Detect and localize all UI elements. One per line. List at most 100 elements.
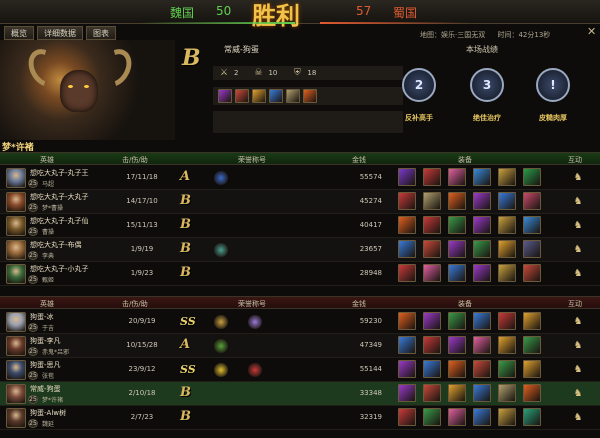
equipment-slot[interactable] xyxy=(423,264,441,282)
like-icon[interactable]: ♞ xyxy=(572,195,584,209)
equipment-slot[interactable] xyxy=(398,240,416,258)
tab-charts[interactable]: 图表 xyxy=(86,26,116,40)
equipment-slot[interactable] xyxy=(498,360,516,378)
player-item-slot[interactable] xyxy=(303,89,317,103)
equipment-slot[interactable] xyxy=(398,168,416,186)
honor-icon[interactable] xyxy=(248,363,262,377)
hero-avatar[interactable] xyxy=(6,168,26,188)
equipment-slot[interactable] xyxy=(448,216,466,234)
equipment-slot[interactable] xyxy=(448,384,466,402)
equipment-slot[interactable] xyxy=(448,408,466,426)
like-icon[interactable]: ♞ xyxy=(572,339,584,353)
close-icon[interactable]: ✕ xyxy=(587,25,596,38)
equipment-slot[interactable] xyxy=(398,192,416,210)
hero-avatar[interactable] xyxy=(6,216,26,236)
equipment-slot[interactable] xyxy=(498,408,516,426)
player-row[interactable]: 想吃大丸子-小丸子 25 甄姬 1/9/23 B 28948 ♞ xyxy=(0,262,600,286)
equipment-slot[interactable] xyxy=(448,336,466,354)
equipment-slot[interactable] xyxy=(423,408,441,426)
equipment-slot[interactable] xyxy=(498,336,516,354)
hero-avatar[interactable] xyxy=(6,240,26,260)
equipment-slot[interactable] xyxy=(398,336,416,354)
equipment-slot[interactable] xyxy=(398,216,416,234)
equipment-slot[interactable] xyxy=(423,192,441,210)
equipment-slot[interactable] xyxy=(398,408,416,426)
player-row[interactable]: 常威-狗蛋 25 梦*许褚 2/10/18 B 33348 ♞ xyxy=(0,382,600,406)
equipment-slot[interactable] xyxy=(523,240,541,258)
player-item-slot[interactable] xyxy=(235,89,249,103)
equipment-slot[interactable] xyxy=(448,312,466,330)
like-icon[interactable]: ♞ xyxy=(572,219,584,233)
player-item-slot[interactable] xyxy=(286,89,300,103)
equipment-slot[interactable] xyxy=(473,168,491,186)
hero-avatar[interactable] xyxy=(6,264,26,284)
equipment-slot[interactable] xyxy=(523,408,541,426)
equipment-slot[interactable] xyxy=(448,192,466,210)
equipment-slot[interactable] xyxy=(498,168,516,186)
player-row[interactable]: 想吃大丸子-丸子仙 25 曹操 15/11/13 B 40417 ♞ xyxy=(0,214,600,238)
tab-overview[interactable]: 概览 xyxy=(4,26,34,40)
player-item-slot[interactable] xyxy=(252,89,266,103)
honor-icon[interactable] xyxy=(214,339,228,353)
player-row[interactable]: 狗蛋-冰 25 于吉 20/9/19 SS 59230 ♞ xyxy=(0,310,600,334)
equipment-slot[interactable] xyxy=(423,384,441,402)
equipment-slot[interactable] xyxy=(398,312,416,330)
equipment-slot[interactable] xyxy=(448,240,466,258)
like-icon[interactable]: ♞ xyxy=(572,363,584,377)
equipment-slot[interactable] xyxy=(498,240,516,258)
equipment-slot[interactable] xyxy=(473,360,491,378)
like-icon[interactable]: ♞ xyxy=(572,243,584,257)
hero-avatar[interactable] xyxy=(6,360,26,380)
hero-avatar[interactable] xyxy=(6,312,26,332)
badge-healing[interactable]: 3 xyxy=(470,68,504,102)
like-icon[interactable]: ♞ xyxy=(572,315,584,329)
equipment-slot[interactable] xyxy=(423,336,441,354)
equipment-slot[interactable] xyxy=(423,168,441,186)
equipment-slot[interactable] xyxy=(498,264,516,282)
hero-avatar[interactable] xyxy=(6,336,26,356)
equipment-slot[interactable] xyxy=(423,216,441,234)
player-row[interactable]: 想吃大丸子-丸子王 25 马超 17/11/18 A 55574 ♞ xyxy=(0,166,600,190)
hero-avatar[interactable] xyxy=(6,384,26,404)
player-row[interactable]: 狗蛋-Alw树 25 魏延 2/7/23 B 32319 ♞ xyxy=(0,406,600,430)
tab-details[interactable]: 详细数据 xyxy=(37,26,83,40)
equipment-slot[interactable] xyxy=(448,360,466,378)
equipment-slot[interactable] xyxy=(473,216,491,234)
equipment-slot[interactable] xyxy=(398,384,416,402)
equipment-slot[interactable] xyxy=(448,264,466,282)
equipment-slot[interactable] xyxy=(473,336,491,354)
equipment-slot[interactable] xyxy=(423,312,441,330)
equipment-slot[interactable] xyxy=(523,360,541,378)
honor-icon[interactable] xyxy=(214,363,228,377)
equipment-slot[interactable] xyxy=(523,312,541,330)
equipment-slot[interactable] xyxy=(523,384,541,402)
badge-last-hit[interactable]: 2 xyxy=(402,68,436,102)
like-icon[interactable]: ♞ xyxy=(572,387,584,401)
equipment-slot[interactable] xyxy=(498,192,516,210)
player-item-slot[interactable] xyxy=(269,89,283,103)
equipment-slot[interactable] xyxy=(423,360,441,378)
like-icon[interactable]: ♞ xyxy=(572,267,584,281)
honor-icon[interactable] xyxy=(214,171,228,185)
equipment-slot[interactable] xyxy=(448,168,466,186)
player-row[interactable]: 想吃大丸子-大丸子 25 梦*曹操 14/17/10 B 45274 ♞ xyxy=(0,190,600,214)
player-item-slot[interactable] xyxy=(218,89,232,103)
equipment-slot[interactable] xyxy=(473,264,491,282)
equipment-slot[interactable] xyxy=(473,408,491,426)
equipment-slot[interactable] xyxy=(498,312,516,330)
player-row[interactable]: 狗蛋-李凡 25 赤鬼*吕邪 10/15/28 A 47349 ♞ xyxy=(0,334,600,358)
hero-avatar[interactable] xyxy=(6,192,26,212)
honor-icon[interactable] xyxy=(214,243,228,257)
like-icon[interactable]: ♞ xyxy=(572,171,584,185)
equipment-slot[interactable] xyxy=(398,264,416,282)
equipment-slot[interactable] xyxy=(398,360,416,378)
equipment-slot[interactable] xyxy=(523,192,541,210)
honor-icon[interactable] xyxy=(248,315,262,329)
like-icon[interactable]: ♞ xyxy=(572,411,584,425)
hero-avatar[interactable] xyxy=(6,408,26,428)
equipment-slot[interactable] xyxy=(498,216,516,234)
equipment-slot[interactable] xyxy=(523,336,541,354)
equipment-slot[interactable] xyxy=(498,384,516,402)
equipment-slot[interactable] xyxy=(523,264,541,282)
honor-icon[interactable] xyxy=(214,315,228,329)
